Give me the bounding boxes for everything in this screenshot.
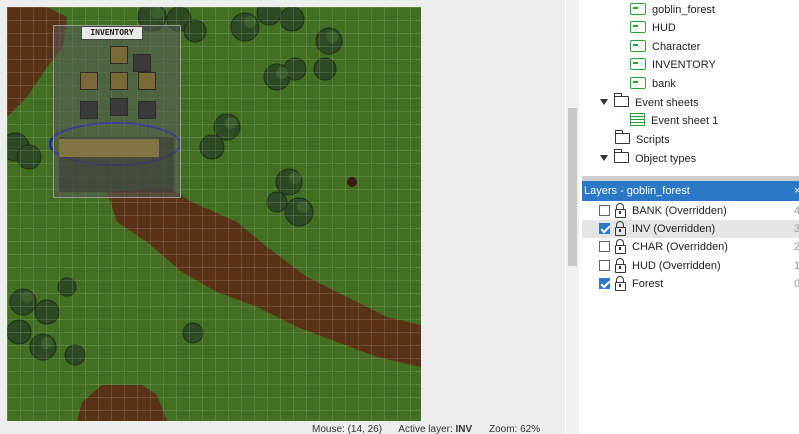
layer-row-inv[interactable]: INV (Overridden) 3 — [582, 220, 799, 238]
layer-visibility-checkbox[interactable] — [599, 241, 610, 252]
layer-visibility-checkbox[interactable] — [599, 205, 610, 216]
lock-icon[interactable] — [615, 221, 626, 236]
layers-header: Layers - goblin_forest × — [582, 181, 799, 201]
active-layer-status: Active layer: INV — [398, 424, 473, 434]
zoom-level: Zoom: 62% — [488, 424, 541, 434]
tree-item-event-sheets[interactable]: Event sheets — [600, 93, 699, 112]
layers-title: Layers - goblin_forest — [584, 185, 690, 197]
close-icon[interactable]: × — [794, 181, 799, 201]
tree-item-goblin-forest[interactable]: goblin_forest — [630, 1, 715, 19]
tree-item-hud[interactable]: HUD — [630, 19, 676, 37]
expand-caret-icon[interactable] — [600, 155, 608, 161]
scrollbar-thumb[interactable] — [568, 108, 577, 266]
project-panel: goblin_forest HUD Character INVENTORY ba… — [582, 0, 799, 176]
layer-row-hud[interactable]: HUD (Overridden) 1 — [582, 257, 799, 275]
folder-icon — [613, 93, 629, 107]
layer-row-char[interactable]: CHAR (Overridden) 2 — [582, 238, 799, 256]
layout-icon — [630, 77, 646, 89]
tree-item-character[interactable]: Character — [630, 38, 700, 56]
layers-panel: Layers - goblin_forest × BANK (Overridde… — [582, 176, 799, 434]
tree-item-inventory[interactable]: INVENTORY — [630, 56, 716, 74]
lock-icon[interactable] — [615, 203, 626, 218]
equip-slot-ring[interactable] — [138, 101, 156, 119]
event-sheet-icon — [630, 113, 645, 126]
layer-visibility-checkbox[interactable] — [599, 278, 610, 289]
equip-slot-gloves[interactable] — [80, 101, 98, 119]
layout-icon — [630, 21, 646, 33]
inventory-row-highlight — [59, 139, 159, 157]
editor-vertical-scrollbar[interactable] — [566, 0, 579, 434]
equip-slot-weapon[interactable] — [80, 72, 98, 90]
equip-slot-body[interactable] — [110, 72, 128, 90]
layer-row-bank[interactable]: BANK (Overridden) 4 — [582, 202, 799, 220]
lock-icon[interactable] — [615, 276, 626, 291]
lock-icon[interactable] — [615, 239, 626, 254]
inventory-panel[interactable]: INVENTORY — [53, 25, 181, 198]
layout-icon — [630, 3, 646, 15]
equip-slot-legs[interactable] — [110, 98, 128, 116]
equip-slot-amulet[interactable] — [133, 54, 151, 72]
mouse-position: Mouse: (14, 26) — [312, 424, 383, 434]
equip-slot-shield[interactable] — [138, 72, 156, 90]
tree-item-scripts[interactable]: Scripts — [614, 130, 670, 149]
equip-slot-head[interactable] — [110, 46, 128, 64]
expand-caret-icon[interactable] — [600, 99, 608, 105]
tree-item-object-types[interactable]: Object types — [600, 149, 696, 168]
layout-icon — [630, 58, 646, 70]
inventory-title: INVENTORY — [81, 26, 143, 40]
layer-row-forest[interactable]: Forest 0 — [582, 275, 799, 293]
layout-icon — [630, 40, 646, 52]
lock-icon[interactable] — [615, 258, 626, 273]
layout-editor[interactable]: INVENTORY Mouse: (14, 26) Active layer: … — [0, 0, 565, 434]
layout-canvas[interactable]: INVENTORY — [7, 7, 421, 421]
folder-icon — [613, 149, 629, 163]
tree-item-bank[interactable]: bank — [630, 75, 676, 93]
status-bar: Mouse: (14, 26) Active layer: INV Zoom: … — [312, 424, 565, 434]
layer-visibility-checkbox[interactable] — [599, 223, 610, 234]
folder-icon — [614, 130, 630, 144]
layer-visibility-checkbox[interactable] — [599, 260, 610, 271]
tree-item-event-sheet-1[interactable]: Event sheet 1 — [630, 112, 718, 130]
